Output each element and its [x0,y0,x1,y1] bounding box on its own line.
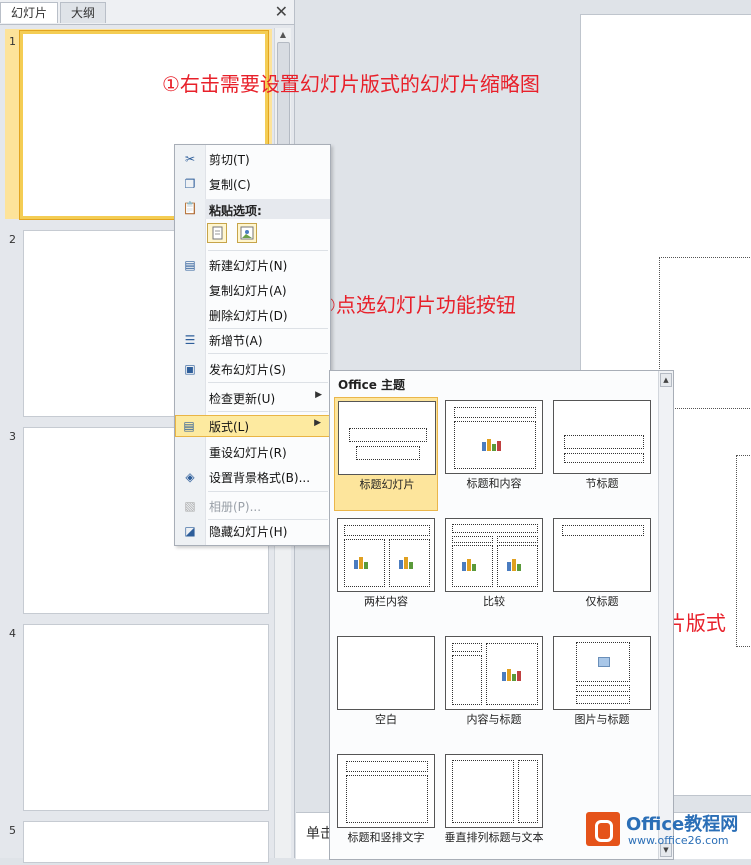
layout-title-and-vertical-text[interactable]: 标题和竖排文字 [334,751,438,865]
layout-vertical-title-and-text[interactable]: 垂直排列标题与文本 [442,751,546,865]
document-icon [212,226,223,240]
layout-section-header[interactable]: 节标题 [550,397,654,511]
menu-separator [208,491,328,492]
watermark-url: www.office26.com [628,834,729,847]
layout-preview [553,636,651,710]
menu-item-label: 重设幻灯片(R) [209,446,287,460]
layout-caption: 比较 [483,595,505,608]
menu-item-format-background[interactable]: ◈ 设置背景格式(B)... [175,466,330,488]
layout-title-only[interactable]: 仅标题 [550,515,654,629]
paste-icon-slot: 📋 [175,197,205,219]
layout-preview [445,754,543,828]
layout-caption: 标题和内容 [466,477,522,490]
menu-item-label: 新增节(A) [209,334,263,348]
content-icon [399,555,419,569]
paste-use-destination-theme-button[interactable] [207,223,227,243]
copy-icon: ❐ [184,177,196,191]
layout-caption: 垂直排列标题与文本 [444,831,544,844]
layout-icon: ▤ [183,419,195,433]
layout-caption: 标题和竖排文字 [347,831,425,844]
section-icon: ☰ [184,333,196,347]
site-watermark: Office教程网 www.office26.com [584,806,751,858]
layout-caption: 仅标题 [585,595,619,608]
layout-caption: 空白 [375,713,397,726]
layout-preview [445,636,543,710]
layout-caption: 图片与标题 [574,713,630,726]
paste-options-label: 粘贴选项: [209,204,262,218]
layout-comparison[interactable]: 比较 [442,515,546,629]
new-slide-icon: ▤ [184,258,196,272]
menu-item-label: 新建幻灯片(N) [209,259,288,273]
layout-preview [337,754,435,828]
layout-caption: 标题幻灯片 [359,478,415,491]
menu-separator [208,411,328,412]
menu-item-add-section[interactable]: ☰ 新增节(A) [175,329,330,351]
menu-item-delete-slide[interactable]: 删除幻灯片(D) [175,304,330,326]
clipboard-icon: 📋 [182,201,198,215]
paste-options-header: 粘贴选项: [205,199,330,219]
layout-blank[interactable]: 空白 [334,633,438,747]
layout-preview [553,400,651,474]
layout-preview [445,518,543,592]
menu-item-label: 隐藏幻灯片(H) [209,525,288,539]
content-icon [354,555,374,569]
menu-item-label: 设置背景格式(B)... [209,471,311,485]
layout-picture-with-caption[interactable]: 图片与标题 [550,633,654,747]
layout-content-with-caption[interactable]: 内容与标题 [442,633,546,747]
layout-preview [445,400,543,474]
submenu-arrow-icon: ▶ [315,390,322,400]
menu-item-label: 删除幻灯片(D) [209,309,288,323]
layout-caption: 内容与标题 [466,713,522,726]
content-icon [502,667,522,681]
content-icon [482,437,502,451]
content-icon [462,557,482,571]
menu-item-new-slide[interactable]: ▤ 新建幻灯片(N) [175,254,330,276]
scissors-icon: ✂ [184,152,196,166]
menu-item-publish-slides[interactable]: ▣ 发布幻灯片(S) [175,358,330,380]
layout-gallery: Office 主题 ▲ ▼ 标题幻灯片 标题和内容 节标题 两栏内容 比较 仅标… [329,370,674,860]
menu-item-label: 剪切(T) [209,153,250,167]
layout-title-slide[interactable]: 标题幻灯片 [334,397,438,511]
menu-item-label: 相册(P)... [209,500,262,514]
picture-icon [598,657,610,667]
menu-item-cut[interactable]: ✂ 剪切(T) [175,148,330,170]
paste-as-picture-button[interactable] [237,223,257,243]
layout-two-content[interactable]: 两栏内容 [334,515,438,629]
menu-item-photo-album: ▧ 相册(P)... [175,495,330,517]
menu-item-label: 发布幻灯片(S) [209,363,286,377]
menu-separator [208,382,328,383]
gallery-title: Office 主题 [338,378,406,392]
content-icon [507,557,527,571]
menu-item-duplicate-slide[interactable]: 复制幻灯片(A) [175,279,330,301]
context-menu: ✂ 剪切(T) ❐ 复制(C) 粘贴选项: 📋 ▤ 新建幻灯片(N) 复制幻灯片… [174,144,331,546]
office-logo-icon [586,812,620,846]
gallery-scrollbar[interactable]: ▲ ▼ [658,371,673,859]
menu-item-check-updates[interactable]: 检查更新(U) ▶ [175,387,330,409]
layout-preview [337,636,435,710]
menu-separator [208,353,328,354]
layout-title-and-content[interactable]: 标题和内容 [442,397,546,511]
layout-caption: 两栏内容 [364,595,408,608]
menu-item-label: 检查更新(U) [209,392,276,406]
scroll-up-arrow-icon[interactable]: ▲ [660,373,672,387]
menu-item-layout[interactable]: ▤ 版式(L) ▶ [175,415,330,437]
paint-bucket-icon: ◈ [185,470,195,484]
layout-preview [553,518,651,592]
menu-item-reset-slide[interactable]: 重设幻灯片(R) [175,441,330,463]
menu-item-label: 复制(C) [209,178,251,192]
menu-item-copy[interactable]: ❐ 复制(C) [175,173,330,195]
menu-separator [208,250,328,251]
menu-item-hide-slide[interactable]: ◪ 隐藏幻灯片(H) [175,520,330,542]
hide-slide-icon: ◪ [184,524,196,538]
menu-item-label: 复制幻灯片(A) [209,284,287,298]
photo-album-icon: ▧ [184,499,196,513]
layout-preview [338,401,436,475]
picture-icon [240,226,254,240]
watermark-name: Office教程网 [626,814,739,835]
submenu-arrow-icon: ▶ [314,418,321,428]
menu-item-label: 版式(L) [209,420,250,434]
publish-icon: ▣ [184,362,196,376]
layout-caption: 节标题 [585,477,619,490]
layout-preview [337,518,435,592]
